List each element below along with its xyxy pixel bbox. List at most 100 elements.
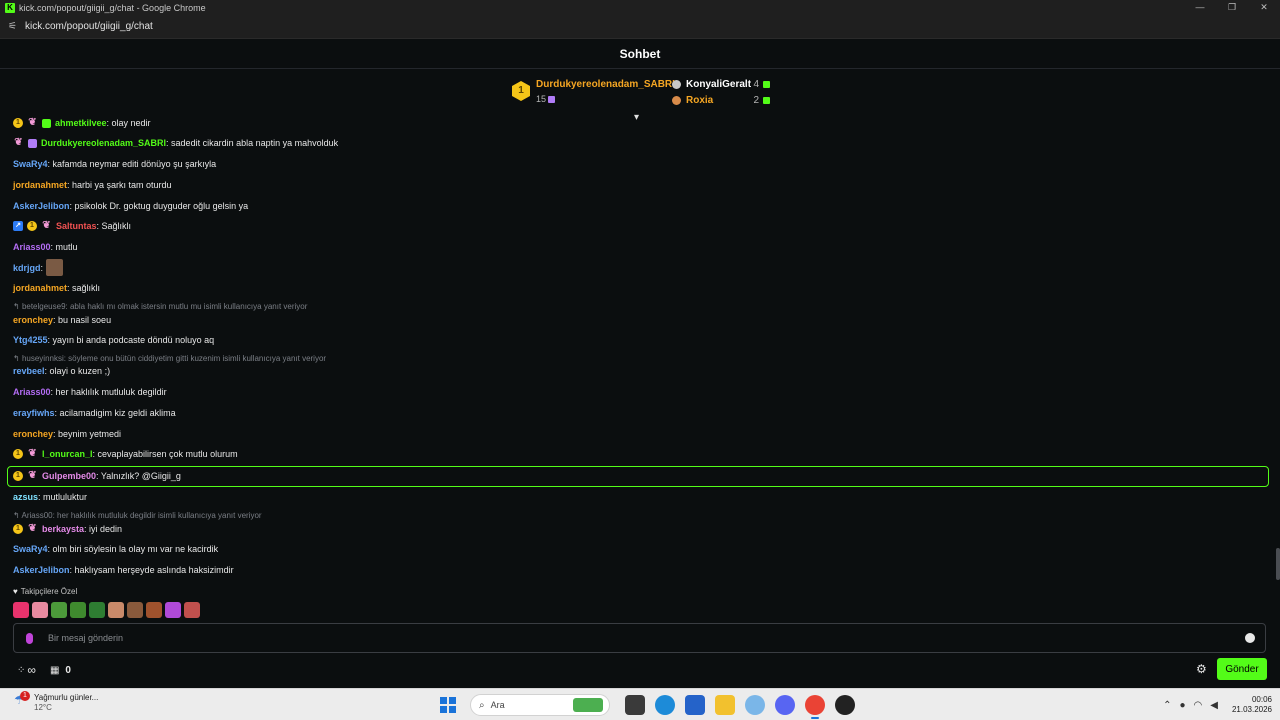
leaderboard-first-name[interactable]: Durdukyereolenadam_SABRI — [536, 79, 675, 91]
discord-icon[interactable] — [775, 695, 795, 715]
chat-text: : her haklılık mutluluk degildir — [50, 387, 167, 397]
taskbar-search[interactable]: ⌕ Ara — [470, 694, 610, 716]
reply-context[interactable]: ↰ betelgeuse9: abla haklı mı olmak ister… — [13, 302, 307, 311]
leaderboard-third[interactable]: Roxia 2 — [672, 92, 770, 108]
site-settings-icon[interactable]: ⚟ — [8, 21, 17, 32]
edge-icon[interactable] — [655, 695, 675, 715]
emote-8[interactable] — [146, 602, 162, 618]
gold-badge-icon: 1 — [13, 118, 23, 128]
store-icon[interactable]: ▦ — [50, 665, 59, 676]
leaderboard-third-name[interactable]: Roxia — [686, 95, 753, 106]
chat-username[interactable]: AskerJelibon — [13, 201, 70, 211]
emote-3[interactable] — [51, 602, 67, 618]
emote-9[interactable] — [165, 602, 181, 618]
chat-username[interactable]: Ytg4255 — [13, 335, 48, 345]
chat-text: : kafamda neymar editi dönüyo şu şarkıyl… — [47, 159, 217, 169]
gift-icon — [763, 96, 770, 104]
gold-badge-icon: 1 — [13, 449, 23, 459]
message-input[interactable] — [48, 630, 1198, 646]
chat-message: Ariass00 : mutlu — [13, 242, 78, 252]
gold-medal-icon: 1 — [512, 81, 530, 101]
close-icon[interactable]: ✕ — [1248, 0, 1280, 15]
kick-points-icon[interactable]: ⁘ — [17, 665, 25, 676]
microphone-tray-icon[interactable]: ● — [1179, 700, 1185, 711]
chat-username[interactable]: l_onurcan_l — [42, 449, 93, 459]
chat-text: : Yalnızlık? @Giigii_g — [96, 471, 181, 481]
app-icon[interactable] — [835, 695, 855, 715]
emote-7[interactable] — [127, 602, 143, 618]
chat-message: 1 ❦ l_onurcan_l : cevaplayabilirsen çok … — [13, 449, 238, 459]
emoji-picker-icon[interactable] — [1245, 633, 1255, 643]
microphone-icon[interactable] — [26, 633, 33, 644]
reply-context[interactable]: ↰ Ariass00: her haklılık mutluluk degild… — [13, 511, 262, 520]
send-button[interactable]: Gönder — [1217, 658, 1267, 680]
emote-row — [13, 602, 203, 618]
silver-rank-icon — [672, 79, 681, 89]
minimize-icon[interactable]: — — [1184, 0, 1216, 15]
chat-username[interactable]: Saltuntas — [56, 221, 97, 231]
weather-widget[interactable]: ☂ 1 Yağmurlu günler... 12°C — [14, 691, 98, 713]
reply-text: huseyinnksi: söyleme onu bütün ciddiyeti… — [21, 354, 327, 363]
chat-message: SwaRy4 : olm biri söylesin la olay mı va… — [13, 544, 218, 554]
chat-username[interactable]: eronchey — [13, 315, 53, 325]
chat-input-box[interactable] — [13, 623, 1266, 653]
chat-username[interactable]: SwaRy4 — [13, 544, 48, 554]
chat-text: : — [40, 262, 44, 273]
clock[interactable]: 00:06 21.03.2026 — [1232, 695, 1272, 715]
emote-10[interactable] — [184, 602, 200, 618]
leaderboard-first[interactable]: 1 Durdukyereolenadam_SABRI 15 — [512, 79, 675, 104]
chat-text: : haklıysam herşeyde aslında haksizimdir — [69, 565, 234, 575]
chat-username[interactable]: azsus — [13, 492, 38, 502]
task-view-icon[interactable] — [625, 695, 645, 715]
chat-username[interactable]: SwaRy4 — [13, 159, 48, 169]
file-explorer-icon[interactable] — [715, 695, 735, 715]
heart-icon: ♥ — [13, 587, 18, 596]
emote-1[interactable] — [13, 602, 29, 618]
emote-2[interactable] — [32, 602, 48, 618]
reply-text: betelgeuse9: abla haklı mı olmak istersi… — [21, 302, 308, 311]
chat-username[interactable]: revbeel — [13, 366, 45, 376]
chat-username[interactable]: jordanahmet — [13, 180, 67, 190]
chevron-up-icon[interactable]: ⌃ — [1163, 700, 1171, 711]
chat-username[interactable]: Ariass00 — [13, 242, 51, 252]
chat-username[interactable]: erayfiwhs — [13, 408, 55, 418]
chat-text: : sadedit cikardin abla naptin ya mahvol… — [166, 138, 339, 148]
chrome-icon[interactable] — [805, 695, 825, 719]
butterfly-badge-icon: ❦ — [14, 137, 23, 148]
chat-username[interactable]: Ariass00 — [13, 387, 51, 397]
leaderboard-second-name[interactable]: KonyaliGeralt — [686, 79, 753, 90]
gold-badge-icon: 1 — [13, 471, 23, 481]
chat-message-mention: 1 ❦ Gulpembe00 : Yalnızlık? @Giigii_g — [13, 471, 181, 481]
chat-username[interactable]: Durdukyereolenadam_SABRI — [41, 138, 166, 148]
emote-4[interactable] — [70, 602, 86, 618]
address-bar[interactable]: ⚟ kick.com/popout/giigii_g/chat — [0, 15, 1280, 39]
maximize-icon[interactable]: ❐ — [1216, 0, 1248, 15]
subscriber-badge-icon — [42, 118, 51, 128]
chat-username[interactable]: kdrjgd — [13, 263, 41, 273]
chat-username[interactable]: eronchey — [13, 429, 53, 439]
butterfly-badge-icon: ❦ — [28, 470, 37, 481]
chat-text: : mutluluktur — [38, 492, 88, 502]
gear-icon[interactable]: ⚙ — [1196, 662, 1207, 676]
chat-title: Sohbet — [619, 46, 661, 61]
url-text[interactable]: kick.com/popout/giigii_g/chat — [25, 21, 153, 32]
chat-username[interactable]: berkaysta — [42, 524, 84, 534]
windows-start-icon[interactable] — [440, 697, 456, 713]
chat-username[interactable]: jordanahmet — [13, 283, 67, 293]
wifi-icon[interactable]: ◠ — [1194, 700, 1203, 711]
reply-context[interactable]: ↰ huseyinnksi: söyleme onu bütün ciddiye… — [13, 354, 326, 363]
infinity-icon[interactable]: ∞ — [27, 663, 36, 677]
chat-username[interactable]: ahmetkilvee — [55, 118, 107, 128]
emote-6[interactable] — [108, 602, 124, 618]
store-app-icon[interactable] — [685, 695, 705, 715]
volume-icon[interactable]: ◀ — [1210, 700, 1218, 711]
chat-scrollbar[interactable] — [1276, 548, 1280, 580]
mention-highlight — [7, 466, 1269, 487]
search-highlight-icon — [573, 698, 603, 712]
chat-username[interactable]: Gulpembe00 — [42, 471, 96, 481]
chat-username[interactable]: AskerJelibon — [13, 565, 70, 575]
emote-5[interactable] — [89, 602, 105, 618]
settings-app-icon[interactable] — [745, 695, 765, 715]
chat-text: : sağlıklı — [67, 283, 101, 293]
leaderboard-second[interactable]: KonyaliGeralt 4 — [672, 76, 770, 92]
